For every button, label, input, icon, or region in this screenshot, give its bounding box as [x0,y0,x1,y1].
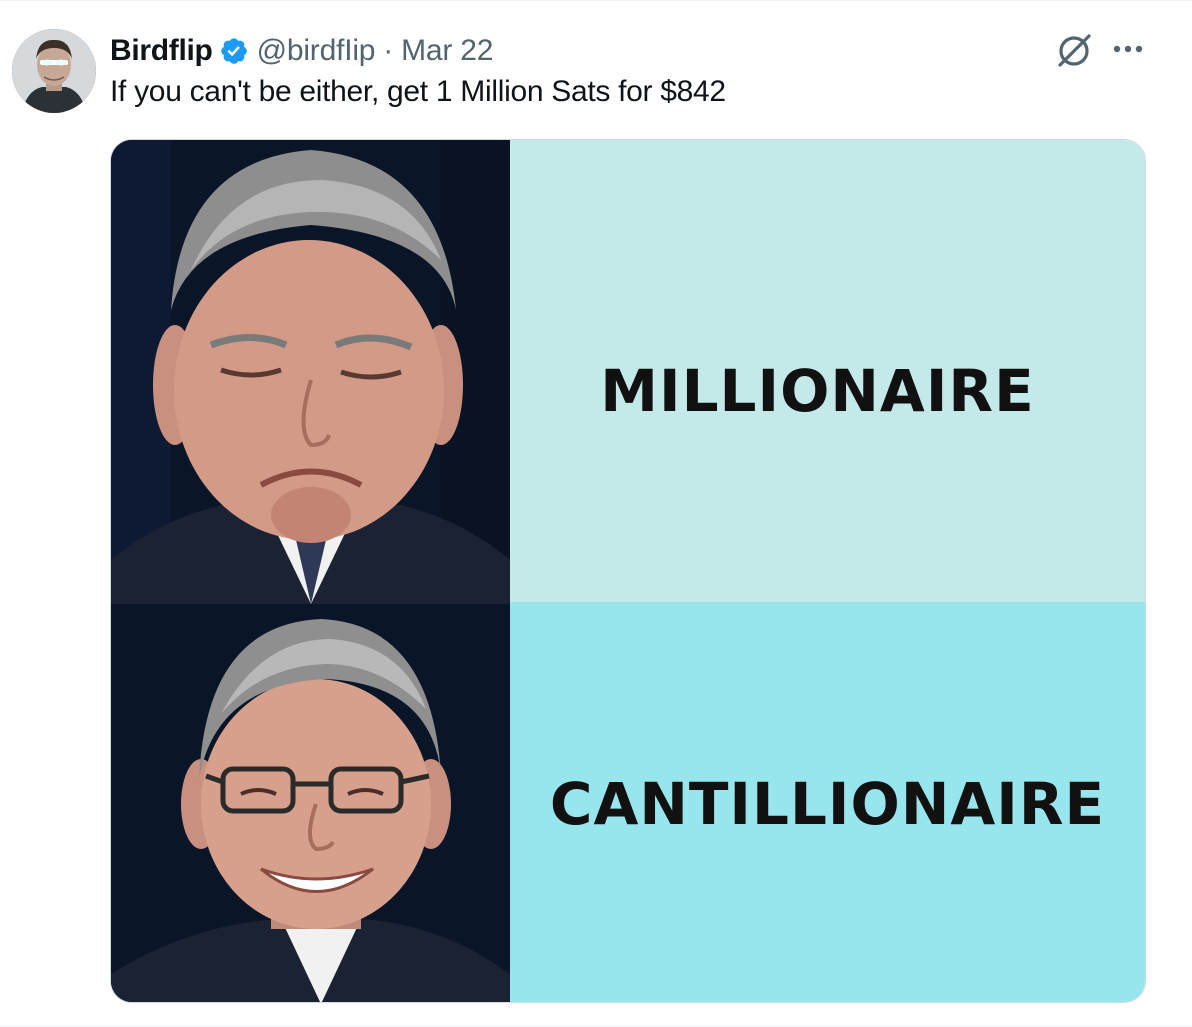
tweet-date[interactable]: Mar 22 [401,34,493,68]
tweet-media[interactable]: MILLIONAIRE CANTILLIONAIRE [110,139,1146,1003]
handle[interactable]: @birdfIip [257,34,376,68]
separator-dot: · [383,34,394,67]
photo-frowning-man [111,140,510,604]
verified-badge-icon[interactable] [219,36,249,66]
more-options-icon[interactable] [1110,34,1146,64]
tweet-header: Birdflip @birdfIip · Mar 22 [110,31,493,71]
avatar-image [12,29,96,113]
display-name[interactable]: Birdflip [110,34,213,68]
meme-label-cantillionaire: CANTILLIONAIRE [549,770,1106,838]
tweet[interactable]: Birdflip @birdfIip · Mar 22 If you can't… [0,0,1192,1027]
tweet-text: If you can't be either, get 1 Million Sa… [110,75,726,108]
meme-panel-top: MILLIONAIRE [510,140,1145,602]
photo-smiling-man [111,604,510,1002]
grok-icon[interactable] [1054,31,1094,71]
meme-panel-bottom: CANTILLIONAIRE [510,602,1145,1002]
meme-label-millionaire: MILLIONAIRE [600,357,1035,425]
avatar[interactable] [12,29,96,113]
